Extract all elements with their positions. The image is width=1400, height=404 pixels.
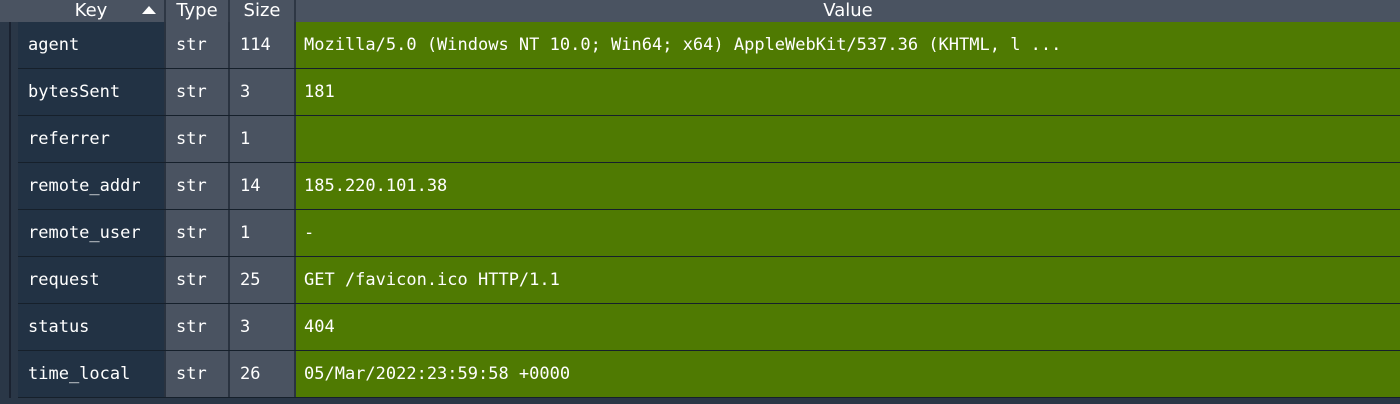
key-cell[interactable]: remote_addr bbox=[18, 163, 166, 209]
size-cell[interactable]: 14 bbox=[230, 163, 296, 209]
table-body: agent str 114 Mozilla/5.0 (Windows NT 10… bbox=[18, 22, 1400, 398]
column-header-key-label: Key bbox=[74, 0, 108, 21]
table-row[interactable]: time_local str 26 05/Mar/2022:23:59:58 +… bbox=[18, 351, 1400, 398]
size-cell[interactable]: 114 bbox=[230, 22, 296, 68]
column-header-type-label: Type bbox=[176, 0, 218, 21]
table-row[interactable]: bytesSent str 3 181 bbox=[18, 69, 1400, 116]
value-cell[interactable]: 404 bbox=[296, 304, 1400, 350]
value-cell[interactable]: 181 bbox=[296, 69, 1400, 115]
type-cell[interactable]: str bbox=[166, 257, 230, 303]
value-cell[interactable]: 05/Mar/2022:23:59:58 +0000 bbox=[296, 351, 1400, 397]
table-row[interactable]: request str 25 GET /favicon.ico HTTP/1.1 bbox=[18, 257, 1400, 304]
column-header-type[interactable]: Type bbox=[166, 0, 230, 22]
type-cell[interactable]: str bbox=[166, 351, 230, 397]
table-row[interactable]: remote_user str 1 - bbox=[18, 210, 1400, 257]
horizontal-scrollbar[interactable] bbox=[18, 398, 1400, 404]
table-row[interactable]: status str 3 404 bbox=[18, 304, 1400, 351]
row-gutter bbox=[0, 22, 18, 404]
size-cell[interactable]: 26 bbox=[230, 351, 296, 397]
size-cell[interactable]: 1 bbox=[230, 116, 296, 162]
table-row[interactable]: remote_addr str 14 185.220.101.38 bbox=[18, 163, 1400, 210]
column-header-size[interactable]: Size bbox=[230, 0, 296, 22]
value-cell[interactable]: - bbox=[296, 210, 1400, 256]
value-cell[interactable]: 185.220.101.38 bbox=[296, 163, 1400, 209]
key-cell[interactable]: referrer bbox=[18, 116, 166, 162]
type-cell[interactable]: str bbox=[166, 210, 230, 256]
value-cell[interactable]: Mozilla/5.0 (Windows NT 10.0; Win64; x64… bbox=[296, 22, 1400, 68]
type-cell[interactable]: str bbox=[166, 116, 230, 162]
size-cell[interactable]: 3 bbox=[230, 304, 296, 350]
key-cell[interactable]: request bbox=[18, 257, 166, 303]
table-row[interactable]: agent str 114 Mozilla/5.0 (Windows NT 10… bbox=[18, 22, 1400, 69]
type-cell[interactable]: str bbox=[166, 163, 230, 209]
column-header-value[interactable]: Value bbox=[296, 0, 1400, 22]
value-cell[interactable]: GET /favicon.ico HTTP/1.1 bbox=[296, 257, 1400, 303]
type-cell[interactable]: str bbox=[166, 69, 230, 115]
type-cell[interactable]: str bbox=[166, 22, 230, 68]
column-header-size-label: Size bbox=[243, 0, 281, 21]
size-cell[interactable]: 25 bbox=[230, 257, 296, 303]
table-header: Key Type Size Value bbox=[0, 0, 1400, 22]
size-cell[interactable]: 1 bbox=[230, 210, 296, 256]
column-header-value-label: Value bbox=[823, 0, 873, 21]
key-cell[interactable]: time_local bbox=[18, 351, 166, 397]
dict-viewer-table: Key Type Size Value agent str 114 Mozill… bbox=[0, 0, 1400, 404]
size-cell[interactable]: 3 bbox=[230, 69, 296, 115]
value-cell[interactable] bbox=[296, 116, 1400, 162]
key-cell[interactable]: status bbox=[18, 304, 166, 350]
sort-ascending-icon[interactable] bbox=[142, 6, 156, 14]
column-header-key[interactable]: Key bbox=[0, 0, 166, 22]
key-cell[interactable]: bytesSent bbox=[18, 69, 166, 115]
table-row[interactable]: referrer str 1 bbox=[18, 116, 1400, 163]
key-cell[interactable]: remote_user bbox=[18, 210, 166, 256]
key-cell[interactable]: agent bbox=[18, 22, 166, 68]
type-cell[interactable]: str bbox=[166, 304, 230, 350]
